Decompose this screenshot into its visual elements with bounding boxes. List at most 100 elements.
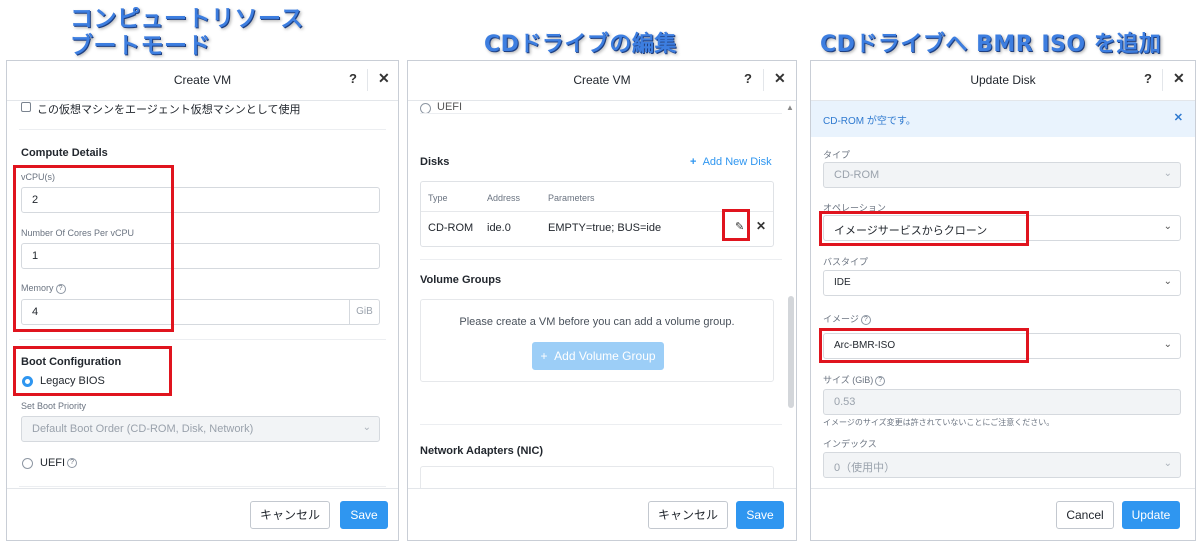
size-note: イメージのサイズ変更は許されていないことにご注意ください。: [823, 418, 1055, 427]
boot-priority-select[interactable]: Default Boot Order (CD-ROM, Disk, Networ…: [21, 416, 380, 442]
plus-icon: +: [540, 349, 548, 363]
chevron-down-icon: ⌄: [1163, 276, 1172, 287]
highlight-boot-configuration: [13, 346, 172, 396]
dialog-title: Create VM: [573, 73, 631, 87]
boot-configuration-heading: Boot Configuration: [21, 356, 122, 368]
bus-type-value: IDE: [834, 277, 851, 288]
chevron-down-icon: ⌄: [1163, 339, 1172, 350]
memory-label-text: Memory: [21, 283, 54, 293]
header-divider: [1162, 69, 1163, 91]
type-select[interactable]: CD-ROM ⌄: [823, 162, 1181, 188]
disks-heading: Disks: [420, 156, 450, 168]
radio-icon[interactable]: [22, 376, 33, 387]
vcpu-input[interactable]: 2: [21, 187, 380, 213]
bus-type-select[interactable]: IDE ⌄: [823, 270, 1181, 296]
save-button[interactable]: Save: [340, 501, 388, 529]
operation-label: オペレーション: [823, 203, 886, 213]
caption-edit-cd-drive: CDドライブの編集: [484, 32, 677, 57]
bus-type-label: バスタイプ: [823, 257, 869, 267]
cores-per-vcpu-input[interactable]: 1: [21, 243, 380, 269]
image-select[interactable]: Arc-BMR-ISO ⌄: [823, 333, 1181, 359]
create-vm-dialog-disks: Create VM ? ✕ UEFI Disks + Add New Disk …: [407, 60, 797, 541]
cancel-button[interactable]: キャンセル: [648, 501, 728, 529]
dialog-title: Create VM: [173, 73, 232, 87]
image-label: イメージ?: [823, 312, 871, 325]
dialog-footer: キャンセル Save: [408, 488, 796, 540]
create-vm-dialog-compute: Create VM ? ✕ この仮想マシンをエージェント仮想マシンとして使用 C…: [6, 60, 399, 541]
memory-value: 4: [32, 306, 39, 318]
image-value: Arc-BMR-ISO: [834, 340, 896, 351]
divider: [420, 113, 782, 114]
boot-priority-value: Default Boot Order (CD-ROM, Disk, Networ…: [32, 423, 254, 435]
disks-table: Type Address Parameters CD-ROM ide.0 EMP…: [420, 181, 774, 247]
help-icon[interactable]: ?: [744, 71, 752, 86]
add-volume-group-button[interactable]: + Add Volume Group: [532, 342, 664, 370]
chevron-down-icon: ⌄: [1163, 168, 1172, 179]
index-select[interactable]: 0（使用中） ⌄: [823, 452, 1181, 478]
operation-select[interactable]: イメージサービスからクローン ⌄: [823, 215, 1181, 241]
scroll-up-arrow[interactable]: ▲: [786, 103, 794, 112]
size-label-text: サイズ (GiB): [823, 375, 874, 385]
close-icon[interactable]: ✕: [1173, 70, 1185, 87]
memory-label: Memory?: [21, 283, 66, 294]
legacy-bios-option[interactable]: Legacy BIOS: [40, 375, 105, 387]
plus-icon: +: [690, 156, 697, 168]
cell-parameters: EMPTY=true; BUS=ide: [548, 222, 662, 234]
network-adapters-heading: Network Adapters (NIC): [420, 445, 544, 457]
delete-icon[interactable]: ✕: [756, 219, 766, 233]
help-circle-icon[interactable]: ?: [55, 283, 66, 294]
pencil-icon[interactable]: ✎: [735, 220, 744, 233]
dialog-header: Update Disk ? ✕: [811, 61, 1195, 101]
help-circle-icon[interactable]: ?: [875, 375, 886, 386]
memory-unit: GiB: [349, 300, 379, 324]
volume-groups-box: Please create a VM before you can add a …: [420, 299, 774, 382]
update-disk-dialog: Update Disk ? ✕ CD-ROM が空です。 ✕ タイプ CD-RO…: [810, 60, 1196, 541]
image-label-text: イメージ: [823, 314, 859, 324]
divider: [420, 424, 782, 425]
volume-groups-heading: Volume Groups: [420, 274, 502, 286]
divider: [420, 259, 782, 260]
chevron-down-icon: ⌄: [1163, 458, 1172, 469]
memory-input[interactable]: 4 GiB: [21, 299, 380, 325]
dialog-title: Update Disk: [970, 73, 1036, 87]
notice-text: CD-ROM が空です。: [823, 116, 916, 127]
index-label: インデックス: [823, 439, 877, 449]
divider: [19, 339, 386, 340]
close-icon[interactable]: ✕: [1174, 111, 1183, 124]
help-circle-icon[interactable]: ?: [860, 314, 871, 325]
cancel-button[interactable]: キャンセル: [250, 501, 330, 529]
checkbox-icon[interactable]: [21, 102, 31, 112]
column-header-parameters: Parameters: [548, 193, 595, 203]
header-divider: [367, 69, 368, 91]
close-icon[interactable]: ✕: [378, 70, 390, 87]
help-icon[interactable]: ?: [1144, 71, 1152, 86]
table-divider: [421, 211, 773, 212]
cell-type: CD-ROM: [428, 222, 474, 234]
chevron-down-icon: ⌄: [1163, 221, 1172, 232]
uefi-option-partial[interactable]: UEFI: [437, 101, 462, 113]
size-label: サイズ (GiB)?: [823, 373, 886, 386]
size-input[interactable]: 0.53: [823, 389, 1181, 415]
notice-banner: CD-ROM が空です。 ✕: [811, 101, 1195, 137]
help-icon[interactable]: ?: [349, 71, 357, 86]
add-new-disk-link[interactable]: + Add New Disk: [690, 156, 772, 168]
update-button[interactable]: Update: [1122, 501, 1180, 529]
vcpu-label: vCPU(s): [21, 172, 55, 182]
size-value: 0.53: [834, 396, 856, 408]
save-button[interactable]: Save: [736, 501, 784, 529]
agent-vm-checkbox-label: この仮想マシンをエージェント仮想マシンとして使用: [37, 104, 301, 116]
help-circle-icon[interactable]: ?: [67, 458, 78, 469]
radio-icon[interactable]: [22, 458, 33, 469]
dialog-footer: Cancel Update: [811, 488, 1195, 540]
dialog-footer: キャンセル Save: [7, 488, 398, 540]
uefi-option[interactable]: UEFI?: [40, 457, 78, 469]
header-divider: [763, 69, 764, 91]
cancel-button[interactable]: Cancel: [1056, 501, 1114, 529]
caption-line-1: コンピュートリソース: [70, 6, 304, 32]
operation-value: イメージサービスからクローン: [834, 225, 988, 237]
column-header-type: Type: [428, 193, 448, 203]
cell-address: ide.0: [487, 222, 511, 234]
dialog-header: Create VM ? ✕: [408, 61, 796, 101]
close-icon[interactable]: ✕: [774, 70, 786, 87]
scrollbar-thumb[interactable]: [788, 296, 794, 408]
